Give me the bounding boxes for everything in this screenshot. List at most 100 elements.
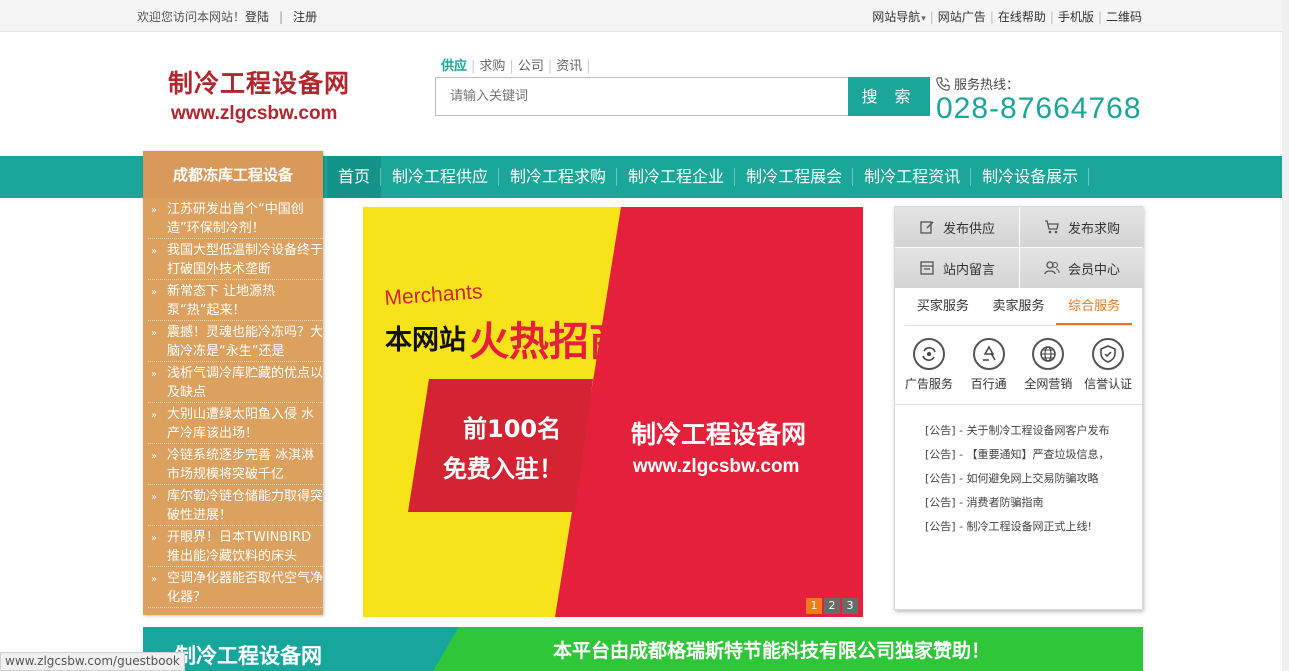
notice-item[interactable]: [公告] - 制冷工程设备网正式上线!	[925, 515, 1142, 539]
search-button[interactable]: 搜 索	[848, 77, 930, 116]
divider: |	[509, 59, 513, 74]
divider: |	[471, 59, 475, 74]
network-marketing-item[interactable]: 全网营销	[1019, 338, 1077, 392]
users-icon	[1044, 260, 1060, 276]
news-item-title: 浅析气调冷库贮藏的优点以及缺点	[167, 364, 323, 402]
notice-list: [公告] - 关于制冷工程设备网客户发布 [公告] - 【重要通知】严查垃圾信息…	[895, 405, 1142, 539]
news-item[interactable]: » 浅析气调冷库贮藏的优点以及缺点	[148, 362, 323, 403]
logo-title[interactable]: 制冷工程设备网	[168, 64, 350, 100]
double-chevron-icon: »	[151, 369, 157, 380]
notice-item[interactable]: [公告] - 【重要通知】严查垃圾信息，	[925, 443, 1142, 467]
search-input[interactable]	[436, 78, 849, 115]
cart-icon	[1044, 219, 1060, 235]
double-chevron-icon: »	[151, 533, 157, 544]
online-help-link[interactable]: 在线帮助	[998, 10, 1046, 24]
search-tab-purchase[interactable]: 求购	[479, 59, 505, 74]
notice-item[interactable]: [公告] - 关于制冷工程设备网客户发布	[925, 419, 1142, 443]
hotline-label: 服务热线：	[936, 74, 1019, 93]
member-center-button[interactable]: 会员中心	[1020, 248, 1144, 288]
search-tab-news[interactable]: 资讯	[556, 59, 582, 74]
news-item-title: 库尔勒冷链仓储能力取得突破性进展！	[167, 487, 323, 525]
nav-home[interactable]: 首页	[327, 156, 381, 198]
double-chevron-icon: »	[151, 451, 157, 462]
baihangtong-item[interactable]: 百行通	[960, 338, 1018, 392]
vertical-scrollbar[interactable]	[1282, 0, 1289, 671]
search-tab-supply[interactable]: 供应	[441, 59, 467, 74]
status-bar-url: www.zlgcsbw.com/guestbook	[0, 652, 185, 671]
mobile-link[interactable]: 手机版	[1058, 10, 1094, 24]
nav-items: 首页 制冷工程供应 制冷工程求购 制冷工程企业 制冷工程展会 制冷工程资讯 制冷…	[327, 156, 1089, 198]
ad-service-item[interactable]: 广告服务	[900, 338, 958, 392]
news-item-title: 新常态下 让地源热泵“热”起来！	[167, 282, 323, 320]
ad-right-text: 本平台由成都格瑞斯特节能科技有限公司独家赞助！	[553, 639, 990, 662]
news-item[interactable]: » 震撼！灵魂也能冷冻吗？大脑冷冻是“永生”还是	[148, 321, 323, 362]
network-marketing-label: 全网营销	[1019, 375, 1077, 392]
recycle-icon	[973, 338, 1005, 370]
register-link[interactable]: 注册	[293, 10, 317, 24]
bottom-ad-banner[interactable]: 制冷工程设备网 本平台由成都格瑞斯特节能科技有限公司独家赞助！	[143, 627, 1143, 671]
message-button[interactable]: 站内留言	[895, 248, 1019, 288]
service-panel: 发布供应 发布求购 站内留言 会员中心 买家服务 卖家服务 综合服务 广告服务 …	[894, 206, 1143, 610]
news-item[interactable]: »大别山遭绿太阳鱼入侵 水产冷库该出场！	[148, 403, 323, 444]
publish-purchase-button[interactable]: 发布求购	[1020, 207, 1144, 247]
nav-exhibitions[interactable]: 制冷工程展会	[735, 156, 853, 198]
top-bar: 欢迎您访问本网站！登陆|注册 网站导航▾|网站广告|在线帮助|手机版|二维码	[0, 0, 1289, 32]
sidebar-title[interactable]: 成都冻库工程设备	[143, 151, 323, 198]
edit-icon	[919, 219, 935, 235]
divider: |	[548, 59, 552, 74]
offer-box	[408, 379, 593, 512]
news-item[interactable]: »冷链系统逐步完善 冰淇淋市场规模将突破千亿	[148, 444, 323, 485]
news-item-title: 震撼！灵魂也能冷冻吗？大脑冷冻是“永生”还是	[167, 323, 323, 361]
nav-purchase[interactable]: 制冷工程求购	[499, 156, 617, 198]
news-item-title: 空调净化器能否取代空气净化器？	[167, 569, 323, 607]
notice-item[interactable]: [公告] - 消费者防骗指南	[925, 491, 1142, 515]
phone-icon	[936, 77, 950, 91]
banner-page-3[interactable]: 3	[842, 598, 858, 614]
site-ads-link[interactable]: 网站广告	[938, 10, 986, 24]
baihangtong-label: 百行通	[960, 375, 1018, 392]
divider: |	[1050, 10, 1054, 24]
publish-supply-label: 发布供应	[943, 218, 995, 237]
login-link[interactable]: 登陆	[245, 10, 269, 24]
news-item-title: 开眼界！日本TWINBIRD推出能冷藏饮料的床头	[167, 528, 323, 566]
search-tabs: 供应|求购|公司|资讯|	[441, 55, 595, 74]
news-item[interactable]: » 开眼界！日本TWINBIRD推出能冷藏饮料的床头	[148, 526, 323, 567]
banner-page-1[interactable]: 1	[806, 598, 822, 614]
news-item-title: 大别山遭绿太阳鱼入侵 水产冷库该出场！	[167, 405, 323, 443]
credit-cert-label: 信誉认证	[1079, 375, 1137, 392]
nav-showcase[interactable]: 制冷设备展示	[971, 156, 1089, 198]
nav-companies[interactable]: 制冷工程企业	[617, 156, 735, 198]
shield-check-icon	[1092, 338, 1124, 370]
site-nav-link[interactable]: 网站导航▾	[872, 10, 926, 24]
logo-url[interactable]: www.zlgcsbw.com	[171, 103, 337, 125]
double-chevron-icon: »	[151, 287, 157, 298]
divider: |	[990, 10, 994, 24]
double-chevron-icon: »	[151, 328, 157, 339]
notice-item[interactable]: [公告] - 如何避免网上交易防骗攻略	[925, 467, 1142, 491]
credit-cert-item[interactable]: 信誉认证	[1079, 338, 1137, 392]
double-chevron-icon: »	[151, 246, 157, 257]
hotline-label-text: 服务热线：	[954, 78, 1019, 93]
nav-news[interactable]: 制冷工程资讯	[853, 156, 971, 198]
news-item[interactable]: » 库尔勒冷链仓储能力取得突破性进展！	[148, 485, 323, 526]
news-item[interactable]: »空调净化器能否取代空气净化器？	[148, 567, 323, 608]
divider: |	[1098, 10, 1102, 24]
qrcode-link[interactable]: 二维码	[1106, 10, 1142, 24]
tab-buyer-service[interactable]: 买家服务	[905, 288, 981, 325]
tab-seller-service[interactable]: 卖家服务	[981, 288, 1057, 325]
search-tab-company[interactable]: 公司	[518, 59, 544, 74]
banner-graphic: Merchants 本网站 火热招商中 前100名 免费入驻！ 制冷工程设备网 …	[363, 207, 863, 617]
news-item-title: 江苏研发出首个“中国创造”环保制冷剂！	[167, 200, 323, 238]
double-chevron-icon: »	[151, 205, 157, 216]
double-chevron-icon: »	[151, 492, 157, 503]
news-item[interactable]: » 新常态下 让地源热泵“热”起来！	[148, 280, 323, 321]
news-item[interactable]: »我国大型低温制冷设备终于打破国外技术垄断	[148, 239, 323, 280]
tab-general-service[interactable]: 综合服务	[1056, 288, 1132, 325]
nav-supply[interactable]: 制冷工程供应	[381, 156, 499, 198]
news-item[interactable]: » 江苏研发出首个“中国创造”环保制冷剂！	[148, 198, 323, 239]
promo-banner[interactable]: Merchants 本网站 火热招商中 前100名 免费入驻！ 制冷工程设备网 …	[363, 207, 863, 617]
site-nav-label: 网站导航	[872, 10, 920, 24]
banner-page-2[interactable]: 2	[824, 598, 840, 614]
member-center-label: 会员中心	[1068, 259, 1120, 278]
publish-supply-button[interactable]: 发布供应	[895, 207, 1019, 247]
